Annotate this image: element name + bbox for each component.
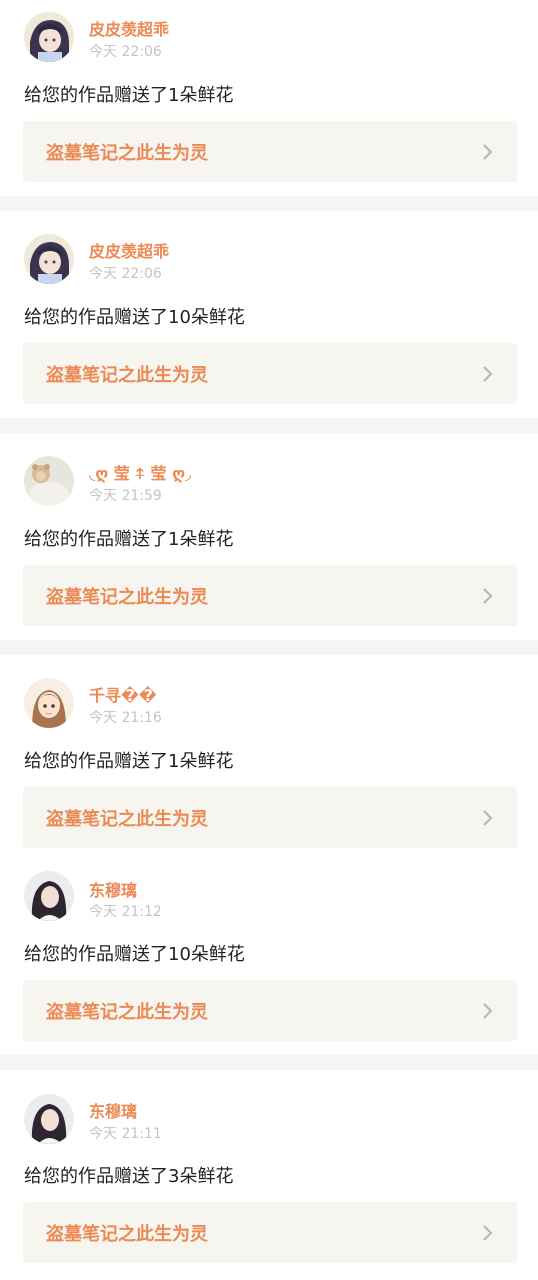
user-name[interactable]: 千寻�� [89,682,157,706]
work-title: 盗墓笔记之此生为灵 [46,1002,208,1023]
divider [0,1055,538,1070]
timestamp: 今天 21:16 [89,710,162,726]
divider [0,640,538,655]
chevron-right-icon [483,366,493,382]
chevron-right-icon [483,1003,493,1019]
list-item: 皮皮羡超乖 今天 22:06 给您的作品赠送了1朵鲜花 盗墓笔记之此生为灵 [0,0,538,196]
work-link[interactable]: 盗墓笔记之此生为灵 [23,343,517,404]
work-link[interactable]: 盗墓笔记之此生为灵 [23,565,517,626]
work-title: 盗墓笔记之此生为灵 [46,809,208,830]
work-link[interactable]: 盗墓笔记之此生为灵 [23,787,517,848]
user-name[interactable]: 东穆璃 [89,877,137,901]
work-title: 盗墓笔记之此生为灵 [46,365,208,386]
list-item: 千寻�� 今天 21:16 给您的作品赠送了1朵鲜花 盗墓笔记之此生为灵 [0,655,538,855]
gift-message: 给您的作品赠送了3朵鲜花 [24,1166,234,1187]
list-item: ◟ღ 莹 ⍏ 莹 ღ◞ 今天 21:59 给您的作品赠送了1朵鲜花 盗墓笔记之此… [0,433,538,640]
chevron-right-icon [483,1225,493,1241]
work-link[interactable]: 盗墓笔记之此生为灵 [23,1202,517,1263]
user-name[interactable]: 皮皮羡超乖 [89,16,169,40]
work-title: 盗墓笔记之此生为灵 [46,587,208,608]
list-item: 东穆璃 今天 21:12 给您的作品赠送了10朵鲜花 盗墓笔记之此生为灵 [0,855,538,1055]
work-title: 盗墓笔记之此生为灵 [46,143,208,164]
work-link[interactable]: 盗墓笔记之此生为灵 [23,980,517,1041]
list-item: 皮皮羡超乖 今天 22:06 给您的作品赠送了10朵鲜花 盗墓笔记之此生为灵 [0,211,538,418]
user-name[interactable]: 皮皮羡超乖 [89,238,169,262]
chevron-right-icon [483,588,493,604]
work-link[interactable]: 盗墓笔记之此生为灵 [23,121,517,182]
gift-message: 给您的作品赠送了1朵鲜花 [24,751,234,772]
avatar[interactable] [24,678,74,728]
avatar[interactable] [24,456,74,506]
timestamp: 今天 21:12 [89,904,162,920]
avatar[interactable] [24,1094,74,1144]
gift-message: 给您的作品赠送了1朵鲜花 [24,529,234,550]
timestamp: 今天 22:06 [89,44,162,60]
gift-message: 给您的作品赠送了10朵鲜花 [24,307,245,328]
chevron-right-icon [483,144,493,160]
timestamp: 今天 21:11 [89,1126,162,1142]
list-item: 东穆璃 今天 21:11 给您的作品赠送了3朵鲜花 盗墓笔记之此生为灵 [0,1070,538,1280]
user-name[interactable]: 东穆璃 [89,1098,137,1122]
gift-message: 给您的作品赠送了1朵鲜花 [24,85,234,106]
user-name[interactable]: ◟ღ 莹 ⍏ 莹 ღ◞ [89,460,191,484]
divider [0,418,538,433]
avatar[interactable] [24,12,74,62]
avatar[interactable] [24,234,74,284]
avatar[interactable] [24,871,74,921]
timestamp: 今天 22:06 [89,266,162,282]
work-title: 盗墓笔记之此生为灵 [46,1224,208,1245]
divider [0,196,538,211]
chevron-right-icon [483,810,493,826]
timestamp: 今天 21:59 [89,488,162,504]
gift-message: 给您的作品赠送了10朵鲜花 [24,944,245,965]
